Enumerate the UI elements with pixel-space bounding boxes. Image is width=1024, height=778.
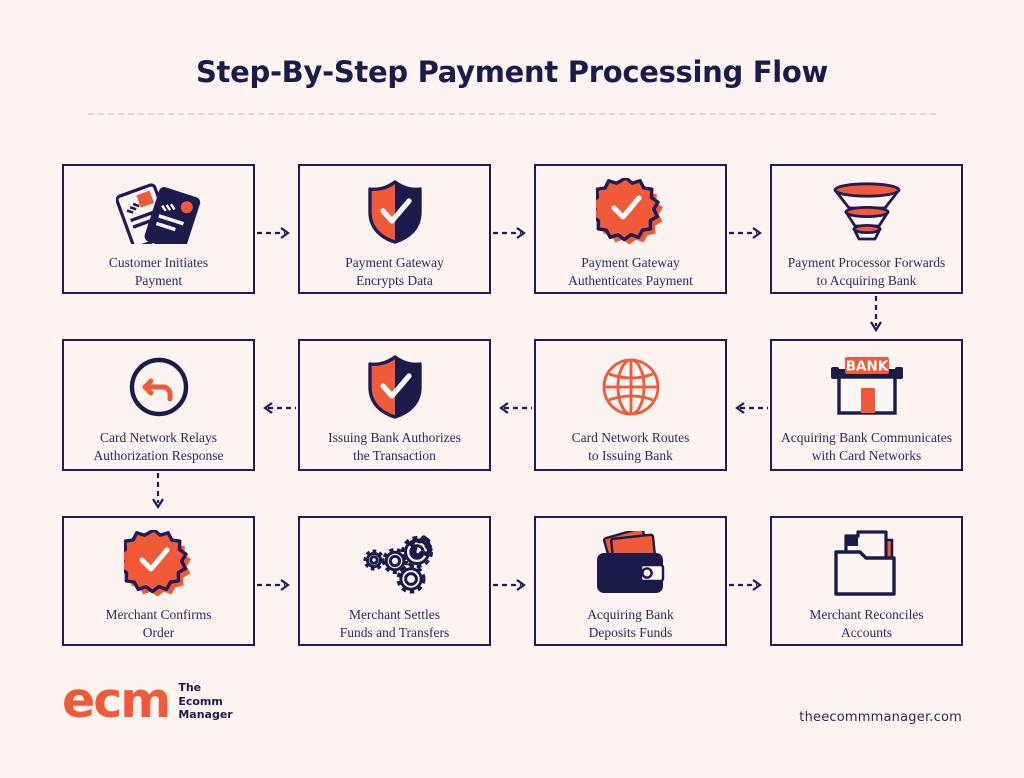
logo-tagline-line3: Manager (178, 708, 233, 722)
flow-step-7[interactable]: Issuing Bank Authorizes the Transaction (298, 339, 532, 471)
flow-grid: Customer Initiates Payment Payment Gatew… (62, 164, 964, 646)
connector-arrow-right (727, 226, 770, 240)
funnel-icon (829, 176, 905, 248)
flow-step-caption: Merchant Confirms Order (105, 607, 212, 641)
flow-step-12[interactable]: Merchant Reconciles Accounts (770, 516, 963, 646)
flow-step-5[interactable]: BANK Acquiring Bank Communicates with Ca… (770, 339, 963, 471)
website-url[interactable]: theecommmanager.com (799, 710, 962, 725)
badge-check-icon (123, 528, 194, 600)
connector-arrow-left (255, 401, 298, 415)
connector-arrow-right (255, 578, 298, 592)
wallet-icon (589, 528, 673, 600)
flow-step-11[interactable]: Acquiring Bank Deposits Funds (534, 516, 762, 646)
flow-step-1[interactable]: Customer Initiates Payment (62, 164, 290, 294)
shield-check-icon (364, 351, 426, 423)
connector-arrow-down-right (868, 294, 884, 339)
return-arrow-icon (127, 351, 191, 423)
flow-row-1: Customer Initiates Payment Payment Gatew… (62, 164, 964, 333)
flow-step-10[interactable]: Merchant Settles Funds and Transfers (298, 516, 526, 646)
flow-step-caption: Payment Gateway Authenticates Payment (568, 255, 693, 289)
footer: ecm The Ecomm Manager theecommmanager.co… (0, 676, 1024, 746)
flow-step-caption: Card Network Relays Authorization Respon… (93, 430, 224, 464)
logo-wordmark: ecm (62, 672, 171, 729)
flow-step-8[interactable]: Card Network Relays Authorization Respon… (62, 339, 296, 471)
flow-step-9[interactable]: Merchant Confirms Order (62, 516, 290, 646)
flow-step-caption: Issuing Bank Authorizes the Transaction (328, 430, 461, 464)
flow-step-4[interactable]: Payment Processor Forwards to Acquiring … (770, 164, 963, 294)
logo-tagline-line1: The (178, 680, 202, 694)
connector-arrow-right (727, 578, 770, 592)
connector-arrow-left (727, 401, 770, 415)
shield-check-icon (364, 176, 426, 248)
connector-arrow-down-left (150, 471, 166, 516)
flow-step-caption: Acquiring Bank Deposits Funds (587, 607, 674, 641)
flow-row-3: Merchant Confirms Order Merchant Settles… (62, 516, 964, 646)
connector-arrow-right (491, 226, 534, 240)
flow-step-6[interactable]: Card Network Routes to Issuing Bank (534, 339, 768, 471)
bank-building-icon: BANK (827, 351, 907, 423)
title-divider (88, 113, 936, 115)
flow-step-3[interactable]: Payment Gateway Authenticates Payment (534, 164, 762, 294)
flow-step-2[interactable]: Payment Gateway Encrypts Data (298, 164, 526, 294)
infographic-page: Step-By-Step Payment Processing Flow Cus… (0, 0, 1024, 778)
gears-icon (355, 528, 435, 600)
flow-step-caption: Card Network Routes to Issuing Bank (571, 430, 690, 464)
flow-step-caption: Payment Gateway Encrypts Data (345, 255, 444, 289)
flow-step-caption: Merchant Settles Funds and Transfers (339, 607, 450, 641)
flow-step-caption: Payment Processor Forwards to Acquiring … (787, 255, 946, 289)
flow-row-2: Card Network Relays Authorization Respon… (62, 339, 964, 510)
connector-arrow-right (491, 578, 534, 592)
folder-documents-icon (830, 528, 904, 600)
badge-check-icon (595, 176, 666, 248)
flow-step-caption: Acquiring Bank Communicates with Card Ne… (781, 430, 952, 464)
ecm-logo[interactable]: ecm The Ecomm Manager (62, 676, 233, 725)
logo-tagline: The Ecomm Manager (178, 681, 232, 722)
svg-text:BANK: BANK (845, 359, 888, 375)
flow-step-caption: Customer Initiates Payment (108, 255, 209, 289)
connector-arrow-right (255, 226, 298, 240)
page-title: Step-By-Step Payment Processing Flow (195, 55, 829, 89)
globe-icon (600, 351, 662, 423)
credit-cards-icon (115, 176, 202, 248)
logo-tagline-line2: Ecomm (178, 694, 223, 708)
flow-step-caption: Merchant Reconciles Accounts (809, 607, 924, 641)
connector-arrow-left (491, 401, 534, 415)
